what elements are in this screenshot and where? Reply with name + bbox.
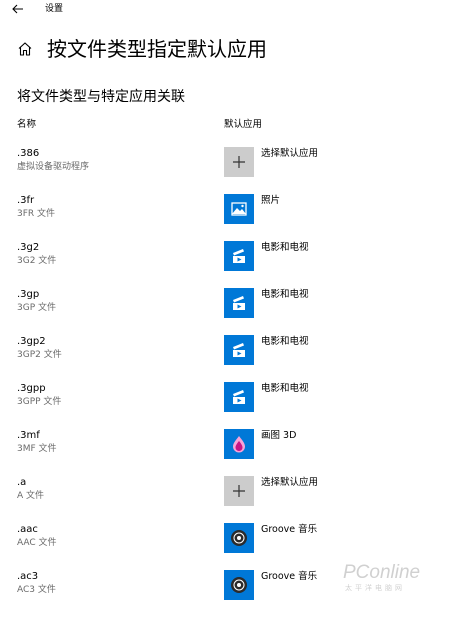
file-type-description: 3GPP 文件 bbox=[17, 397, 62, 407]
file-type-description: 3MF 文件 bbox=[17, 444, 57, 454]
file-type-description: 虚拟设备驱动程序 bbox=[17, 162, 90, 172]
file-extension: .aac bbox=[17, 524, 38, 535]
watermark-subtext: 太平洋电脑网 bbox=[345, 584, 405, 592]
movies-tv-icon bbox=[224, 241, 254, 271]
file-extension: .3fr bbox=[17, 195, 35, 206]
watermark-logo-text: PConline bbox=[343, 562, 421, 583]
default-app-label: 照片 bbox=[261, 195, 281, 206]
groove-music-icon bbox=[224, 523, 254, 553]
default-app-label: 选择默认应用 bbox=[261, 148, 319, 159]
default-app-button[interactable]: 画图 3D bbox=[224, 429, 424, 459]
home-icon bbox=[18, 42, 32, 56]
file-extension: .3g2 bbox=[17, 242, 40, 253]
default-app-button[interactable]: 电影和电视 bbox=[224, 335, 424, 365]
default-app-label: 电影和电视 bbox=[261, 336, 309, 347]
file-type-description: AAC 文件 bbox=[17, 538, 57, 548]
default-app-label: 电影和电视 bbox=[261, 242, 309, 253]
photos-icon bbox=[224, 194, 254, 224]
default-app-button[interactable]: 电影和电视 bbox=[224, 382, 424, 412]
default-app-button[interactable]: 选择默认应用 bbox=[224, 476, 424, 506]
movies-tv-icon bbox=[224, 288, 254, 318]
home-button[interactable] bbox=[14, 38, 36, 60]
default-app-button[interactable]: 选择默认应用 bbox=[224, 147, 424, 177]
movies-tv-icon bbox=[224, 335, 254, 365]
default-app-button[interactable]: Groove 音乐 bbox=[224, 523, 424, 553]
watermark: PConline 太平洋电脑网 bbox=[343, 562, 448, 598]
file-extension: .ac3 bbox=[17, 571, 39, 582]
back-arrow-icon bbox=[12, 4, 23, 14]
plus-icon bbox=[224, 147, 254, 177]
app-title: 设置 bbox=[45, 4, 64, 14]
file-type-description: 3FR 文件 bbox=[17, 209, 56, 219]
plus-icon bbox=[224, 476, 254, 506]
file-extension: .3gp bbox=[17, 289, 40, 300]
movies-tv-icon bbox=[224, 382, 254, 412]
default-app-label: 画图 3D bbox=[261, 430, 297, 441]
file-type-row: .3mf 3MF 文件 画图 3D bbox=[0, 429, 452, 476]
file-type-row: .3gpp 3GPP 文件 电影和电视 bbox=[0, 382, 452, 429]
default-app-button[interactable]: 电影和电视 bbox=[224, 241, 424, 271]
file-type-description: AC3 文件 bbox=[17, 585, 56, 595]
section-title: 将文件类型与特定应用关联 bbox=[17, 89, 185, 105]
file-extension: .a bbox=[17, 477, 27, 488]
file-extension: .3gp2 bbox=[17, 336, 46, 347]
file-type-row: .3gp 3GP 文件 电影和电视 bbox=[0, 288, 452, 335]
default-app-button[interactable]: 电影和电视 bbox=[224, 288, 424, 318]
column-header-default-app: 默认应用 bbox=[224, 119, 263, 130]
default-app-label: Groove 音乐 bbox=[261, 524, 318, 535]
page-title: 按文件类型指定默认应用 bbox=[47, 37, 267, 61]
file-type-description: 3G2 文件 bbox=[17, 256, 57, 266]
default-app-label: 电影和电视 bbox=[261, 383, 309, 394]
groove-music-icon bbox=[224, 570, 254, 600]
default-app-label: 选择默认应用 bbox=[261, 477, 319, 488]
back-button[interactable] bbox=[9, 2, 27, 16]
default-app-label: Groove 音乐 bbox=[261, 571, 318, 582]
default-app-button[interactable]: 照片 bbox=[224, 194, 424, 224]
column-header-name: 名称 bbox=[17, 119, 37, 130]
paint-3d-icon bbox=[224, 429, 254, 459]
file-type-row: .3gp2 3GP2 文件 电影和电视 bbox=[0, 335, 452, 382]
file-type-row: .3g2 3G2 文件 电影和电视 bbox=[0, 241, 452, 288]
file-type-row: .a A 文件 选择默认应用 bbox=[0, 476, 452, 523]
file-type-row: .3fr 3FR 文件 照片 bbox=[0, 194, 452, 241]
file-extension: .386 bbox=[17, 148, 40, 159]
file-type-description: A 文件 bbox=[17, 491, 45, 501]
file-type-row: .386 虚拟设备驱动程序 选择默认应用 bbox=[0, 147, 452, 194]
file-type-description: 3GP 文件 bbox=[17, 303, 56, 313]
file-extension: .3gpp bbox=[17, 383, 46, 394]
file-extension: .3mf bbox=[17, 430, 40, 441]
default-app-label: 电影和电视 bbox=[261, 289, 309, 300]
file-type-description: 3GP2 文件 bbox=[17, 350, 62, 360]
title-bar: 设置 bbox=[0, 0, 452, 18]
